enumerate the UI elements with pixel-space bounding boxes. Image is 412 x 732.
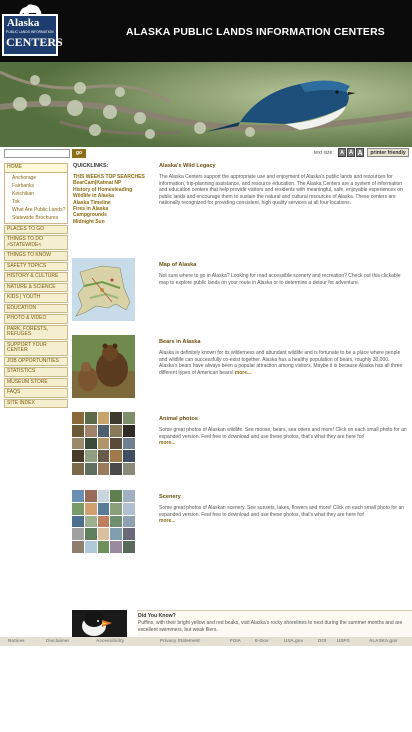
sidebar-item-job-opportunities[interactable]: JOB OPPORTUNITIES: [4, 356, 68, 366]
did-you-know-panel: Did You Know? Puffins, with their bright…: [137, 610, 412, 638]
sidebar-item-home[interactable]: HOME: [4, 163, 68, 173]
sidebar-subitem-fairbanks[interactable]: Fairbanks: [12, 182, 67, 190]
scenery-title[interactable]: Scenery: [159, 494, 407, 500]
logo-box: Alaska PUBLIC LANDS INFORMATION CENTERS: [2, 14, 63, 56]
footer-link-usps[interactable]: USPS: [337, 638, 350, 643]
scenery-photos-grid: [72, 490, 135, 553]
footer-link-usagov[interactable]: USA.gov: [284, 638, 303, 643]
intro-text: The Alaska Centers support the appropria…: [159, 174, 403, 207]
sidebar-subitem-brochures[interactable]: Statewide Brochures: [12, 214, 67, 222]
text-size-small-button[interactable]: A: [338, 148, 346, 157]
animal-photos-more-link[interactable]: more...: [159, 440, 175, 446]
bears-description: Alaska is definitely known for its wilde…: [159, 350, 403, 376]
site-header: Alaska PUBLIC LANDS INFORMATION CENTERS …: [0, 0, 412, 62]
printer-friendly-button[interactable]: printer friendly: [367, 148, 409, 157]
text-size-large-button[interactable]: A: [356, 148, 364, 157]
banner-image: [0, 62, 412, 147]
quicklinks-panel: QUICKLINKS: THIS WEEKS TOP SEARCHES Bear…: [73, 163, 155, 225]
bears-title[interactable]: Bears in Alaska: [159, 339, 407, 345]
footer-link-privacy[interactable]: Privacy Statement: [160, 638, 200, 643]
footer-link-notices[interactable]: Notices: [8, 638, 25, 643]
scenery-thumbnail[interactable]: [72, 490, 135, 553]
scenery-text: Some great photos of Alaskan scenery. Se…: [159, 505, 407, 525]
sidebar-subitem-public-lands[interactable]: What Are Public Lands?: [12, 206, 67, 214]
quicklink-midnight-sun[interactable]: Midnight Sun: [73, 219, 155, 225]
search-input[interactable]: [4, 149, 70, 158]
logo-text-alaska: Alaska: [7, 17, 40, 29]
animal-photos-section: Animal photos Some great photos of Alask…: [159, 416, 407, 447]
logo-text-centers: CENTERS: [6, 35, 63, 49]
footer-link-alaskagov[interactable]: ALASKA.gov: [369, 638, 398, 643]
swallow-on-branch-illustration: [0, 62, 412, 147]
footer-link-disclaimer[interactable]: Disclaimer: [46, 638, 69, 643]
alaska-map-image: [72, 258, 135, 321]
footer-link-foia[interactable]: FOIA: [230, 638, 241, 643]
sidebar-sublist: Anchorage Fairbanks Ketchikan Tok What A…: [4, 172, 68, 224]
sidebar-item-safety-topics[interactable]: SAFETY TOPICS: [4, 261, 68, 271]
text-size-medium-button[interactable]: A: [347, 148, 355, 157]
intro-section: Alaska's Wild Legacy The Alaska Centers …: [159, 163, 407, 207]
footer-link-egov[interactable]: E-Gov: [255, 638, 269, 643]
brown-bears-image: [72, 335, 135, 398]
sidebar-subitem-anchorage[interactable]: Anchorage: [12, 174, 67, 182]
sidebar-nav: HOME Anchorage Fairbanks Ketchikan Tok W…: [4, 163, 68, 409]
search-go-button[interactable]: go: [72, 149, 86, 158]
sidebar-item-museum-store[interactable]: MUSEUM STORE: [4, 377, 68, 387]
sidebar-item-places-to-go[interactable]: PLACES TO GO: [4, 224, 68, 234]
animal-photos-title[interactable]: Animal photos: [159, 416, 407, 422]
sidebar-item-education[interactable]: EDUCATION: [4, 303, 68, 313]
footer-link-accessibility[interactable]: Accessibility: [96, 638, 124, 643]
intro-title: Alaska's Wild Legacy: [159, 163, 216, 169]
sidebar-item-things-to-do[interactable]: THINGS TO DO >STATEWIDE<: [4, 235, 68, 250]
map-of-alaska-thumbnail[interactable]: [72, 258, 135, 321]
bears-more-link[interactable]: more...: [235, 370, 251, 376]
animal-photos-description: Some great photos of Alaskan wildlife. S…: [159, 427, 407, 440]
map-title[interactable]: Map of Alaska: [159, 262, 407, 268]
animal-photos-thumbnail[interactable]: [72, 412, 135, 475]
alaska-centers-logo[interactable]: Alaska PUBLIC LANDS INFORMATION CENTERS: [2, 2, 63, 58]
did-you-know-title: Did You Know?: [138, 613, 176, 619]
scenery-more-link[interactable]: more...: [159, 518, 175, 524]
site-title: ALASKA PUBLIC LANDS INFORMATION CENTERS: [126, 27, 385, 38]
sidebar-item-history-culture[interactable]: HISTORY & CULTURE: [4, 272, 68, 282]
text-size-label: text size:: [314, 150, 334, 156]
did-you-know-text: Puffins, with their bright yellow and re…: [138, 620, 403, 633]
map-section: Map of Alaska Not sure where to go in Al…: [159, 262, 407, 286]
animal-photos-text: Some great photos of Alaskan wildlife. S…: [159, 427, 407, 447]
bears-text: Alaska is definitely known for its wilde…: [159, 350, 407, 376]
logo-text-subtitle: PUBLIC LANDS INFORMATION: [6, 30, 54, 34]
bears-section: Bears in Alaska Alaska is definitely kno…: [159, 339, 407, 376]
sidebar-item-faqs[interactable]: FAQS: [4, 388, 68, 398]
sidebar-item-nature-science[interactable]: NATURE & SCIENCE: [4, 282, 68, 292]
sidebar-item-statistics[interactable]: STATISTICS: [4, 367, 68, 377]
sidebar-item-support-center[interactable]: SUPPORT YOUR CENTER: [4, 340, 68, 356]
sidebar-item-things-to-know[interactable]: THINGS TO KNOW: [4, 251, 68, 261]
sidebar-subitem-ketchikan[interactable]: Ketchikan: [12, 190, 67, 198]
sidebar-item-photo-video[interactable]: PHOTO & VIDEO: [4, 314, 68, 324]
puffin-illustration: [72, 610, 127, 637]
sidebar-item-parks-forests-refuges[interactable]: PARK, FORESTS, REFUGES: [4, 324, 68, 340]
animal-photos-grid: [72, 412, 135, 475]
map-text: Not sure where to go in Alaska? Looking …: [159, 273, 401, 286]
footer-link-doi[interactable]: DOI: [318, 638, 326, 643]
bears-thumbnail[interactable]: [72, 335, 135, 398]
puffin-image: [72, 610, 127, 637]
scenery-description: Some great photos of Alaskan scenery. Se…: [159, 505, 405, 518]
quicklinks-title: QUICKLINKS:: [73, 163, 109, 169]
scenery-section: Scenery Some great photos of Alaskan sce…: [159, 494, 407, 525]
sidebar-subitem-tok[interactable]: Tok: [12, 198, 67, 206]
sidebar-item-site-index[interactable]: SITE INDEX: [4, 398, 68, 408]
sidebar-item-kids-youth[interactable]: KIDS | YOUTH: [4, 293, 68, 303]
